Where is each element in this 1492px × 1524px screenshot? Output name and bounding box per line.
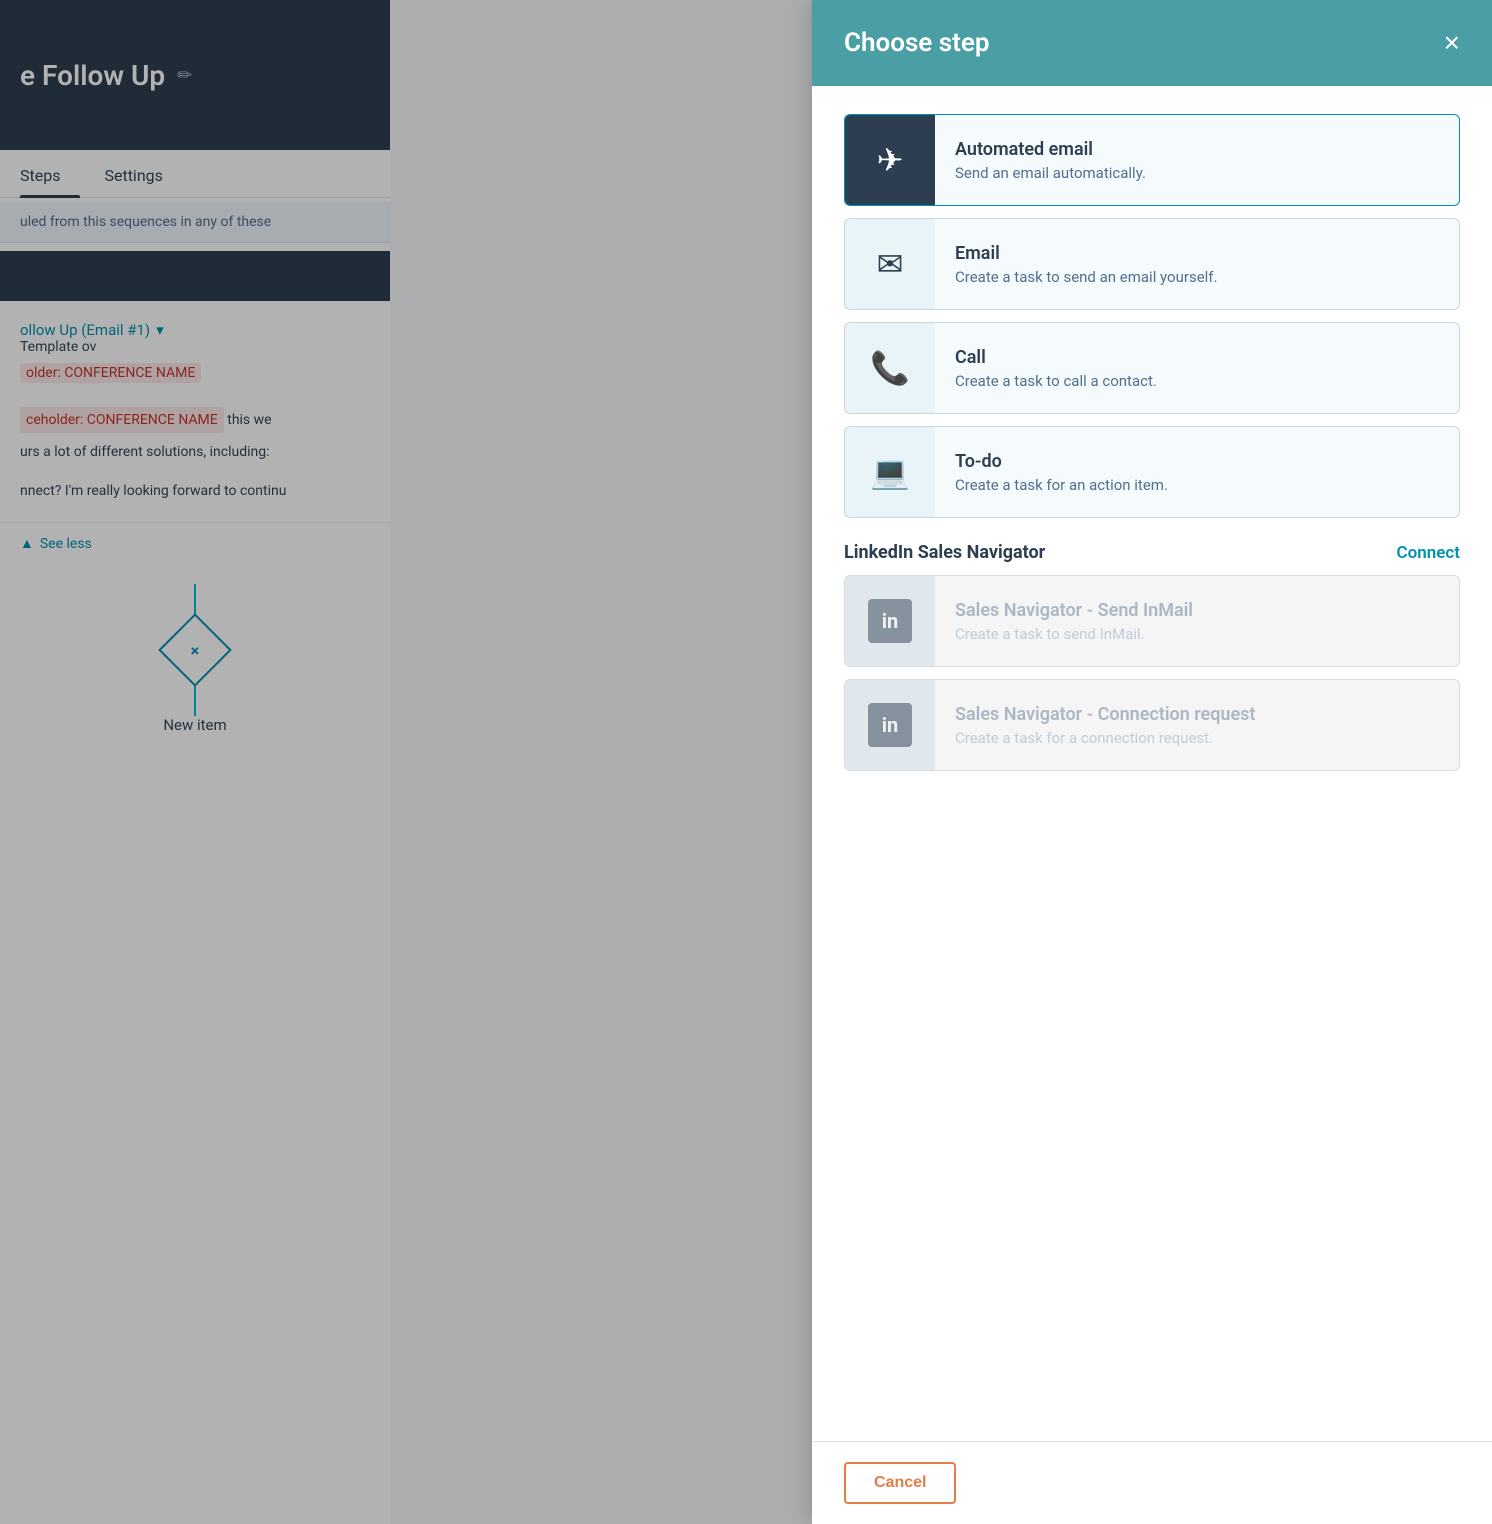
inmail-icon: in: [845, 576, 935, 666]
envelope-icon: ✉: [877, 245, 904, 283]
todo-desc: Create a task for an action item.: [955, 476, 1168, 494]
linkedin-logo-icon-2: in: [868, 703, 912, 747]
close-button[interactable]: ×: [1444, 29, 1460, 57]
email-card[interactable]: ✉ Email Create a task to send an email y…: [844, 218, 1460, 310]
todo-card[interactable]: 💻 To-do Create a task for an action item…: [844, 426, 1460, 518]
email-desc: Create a task to send an email yourself.: [955, 268, 1217, 286]
cancel-button[interactable]: Cancel: [844, 1462, 956, 1504]
connection-content: Sales Navigator - Connection request Cre…: [935, 688, 1275, 763]
linkedin-connect-link[interactable]: Connect: [1397, 543, 1460, 563]
automated-email-title: Automated email: [955, 139, 1146, 160]
inmail-title: Sales Navigator - Send InMail: [955, 600, 1193, 621]
call-title: Call: [955, 347, 1157, 368]
panel-title: Choose step: [844, 28, 989, 58]
laptop-icon: 💻: [870, 453, 910, 491]
paper-plane-icon: ✈: [877, 141, 904, 179]
phone-icon: 📞: [870, 349, 910, 387]
todo-content: To-do Create a task for an action item.: [935, 435, 1188, 510]
connection-request-card: in Sales Navigator - Connection request …: [844, 679, 1460, 771]
call-card[interactable]: 📞 Call Create a task to call a contact.: [844, 322, 1460, 414]
connection-desc: Create a task for a connection request.: [955, 729, 1255, 747]
automated-email-desc: Send an email automatically.: [955, 164, 1146, 182]
call-content: Call Create a task to call a contact.: [935, 331, 1177, 406]
inmail-content: Sales Navigator - Send InMail Create a t…: [935, 584, 1213, 659]
call-icon: 📞: [845, 323, 935, 413]
automated-email-content: Automated email Send an email automatica…: [935, 123, 1166, 198]
linkedin-section-title: LinkedIn Sales Navigator: [844, 542, 1045, 563]
choose-step-panel: Choose step × ✈ Automated email Send an …: [812, 0, 1492, 1524]
email-icon: ✉: [845, 219, 935, 309]
inmail-card: in Sales Navigator - Send InMail Create …: [844, 575, 1460, 667]
automated-email-icon: ✈: [845, 115, 935, 205]
panel-header: Choose step ×: [812, 0, 1492, 86]
connection-icon: in: [845, 680, 935, 770]
panel-footer: Cancel: [812, 1441, 1492, 1524]
call-desc: Create a task to call a contact.: [955, 372, 1157, 390]
todo-title: To-do: [955, 451, 1168, 472]
email-content: Email Create a task to send an email you…: [935, 227, 1237, 302]
inmail-desc: Create a task to send InMail.: [955, 625, 1193, 643]
todo-icon: 💻: [845, 427, 935, 517]
connection-title: Sales Navigator - Connection request: [955, 704, 1255, 725]
email-title: Email: [955, 243, 1217, 264]
linkedin-logo-icon: in: [868, 599, 912, 643]
panel-body: ✈ Automated email Send an email automati…: [812, 86, 1492, 1441]
automated-email-card[interactable]: ✈ Automated email Send an email automati…: [844, 114, 1460, 206]
linkedin-section-header: LinkedIn Sales Navigator Connect: [844, 542, 1460, 563]
